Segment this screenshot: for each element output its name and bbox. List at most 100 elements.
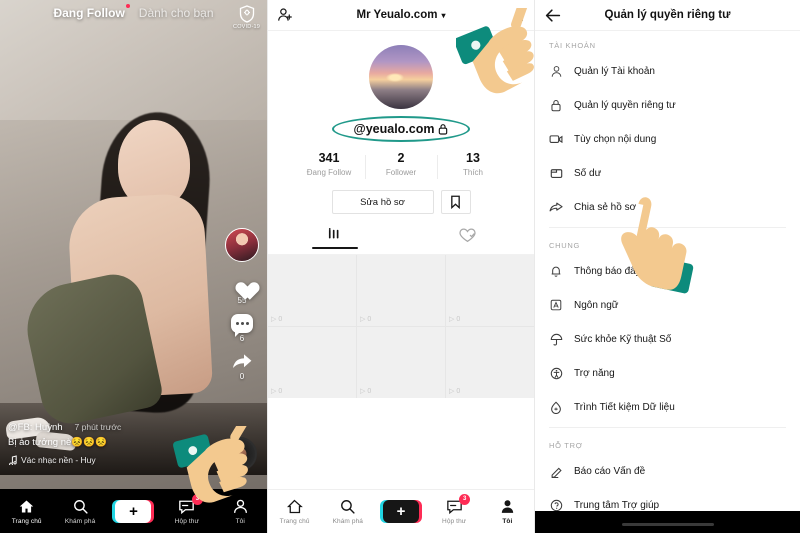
- back-arrow-icon[interactable]: [545, 8, 561, 23]
- grid-cell[interactable]: ▷ 0: [357, 255, 445, 326]
- bottom-nav-left: Trang chủ Khám phá + 3 Hộp thư Tôi: [0, 489, 267, 533]
- chevron-down-icon: ▾: [441, 10, 446, 20]
- profile-handle-wrap: @yeualo.com: [332, 116, 470, 142]
- system-home-indicator: [535, 511, 800, 533]
- setting-language[interactable]: Ngôn ngữ: [535, 288, 800, 322]
- tab-for-you[interactable]: Dành cho bạn: [139, 6, 214, 20]
- plus-icon[interactable]: +: [379, 500, 422, 523]
- data-saver-icon: [549, 400, 563, 414]
- grid-cell[interactable]: ▷ 0: [268, 255, 356, 326]
- grid-icon: [328, 228, 338, 239]
- setting-label: Trình Tiết kiệm Dữ liệu: [574, 401, 675, 413]
- grid-cell-plays: ▷ 0: [360, 387, 372, 396]
- plus-icon[interactable]: +: [112, 499, 155, 523]
- bell-icon: [549, 264, 563, 278]
- setting-label: Báo cáo Vấn đề: [574, 465, 646, 477]
- profile-avatar[interactable]: [369, 45, 433, 109]
- heart-icon: [231, 275, 253, 295]
- setting-accessibility[interactable]: Trợ năng: [535, 356, 800, 390]
- nav-home-label: Trang chủ: [279, 518, 310, 525]
- edit-profile-button[interactable]: Sửa hồ sơ: [331, 190, 434, 214]
- setting-label: Trung tâm Trợ giúp: [574, 499, 660, 511]
- lock-icon: [439, 124, 448, 135]
- grid-cell-plays: ▷ 0: [360, 315, 372, 324]
- nav-home-label: Trang chủ: [11, 517, 42, 525]
- grid-cell[interactable]: ▷ 0: [357, 327, 445, 398]
- home-icon: [19, 499, 34, 513]
- stat-followers-num: 2: [397, 151, 405, 165]
- tab-following-dot: [125, 4, 130, 8]
- nav-inbox-label: Hộp thư: [442, 518, 467, 525]
- profile-handle[interactable]: @yeualo.com: [354, 122, 449, 136]
- stat-following-label: Đang Follow: [306, 168, 352, 177]
- music-note-icon: [9, 455, 17, 465]
- grid-cell[interactable]: ▷ 0: [446, 327, 534, 398]
- grid-cell[interactable]: ▷ 0: [446, 255, 534, 326]
- nav-create[interactable]: +: [109, 499, 157, 523]
- profile-title[interactable]: Mr Yeualo.com ▾: [357, 9, 446, 21]
- setting-balance[interactable]: Số dư: [535, 156, 800, 190]
- setting-share-profile[interactable]: Chia sẻ hồ sơ: [535, 190, 800, 224]
- pencil-icon: [549, 464, 563, 478]
- nav-discover[interactable]: Khám phá: [324, 498, 372, 525]
- caption-music[interactable]: Vác nhạc nền - Huy: [8, 455, 198, 465]
- caption-time: 7 phút trước: [74, 422, 122, 432]
- covid-info-badge[interactable]: COVID-19: [233, 5, 260, 30]
- setting-label: Quản lý quyền riêng tư: [574, 99, 676, 111]
- stat-likes[interactable]: 13 Thích: [437, 151, 509, 179]
- setting-report-problem[interactable]: Báo cáo Vấn đề: [535, 454, 800, 488]
- tab-liked[interactable]: [401, 228, 534, 254]
- person-icon: [549, 64, 563, 78]
- setting-push-notifications[interactable]: Thông báo đẩy: [535, 254, 800, 288]
- setting-content-preferences[interactable]: Tùy chọn nội dung: [535, 122, 800, 156]
- setting-label: Tùy chọn nội dung: [574, 133, 657, 145]
- setting-label: Chia sẻ hồ sơ: [574, 201, 637, 213]
- nav-inbox[interactable]: 3 Hộp thư: [430, 494, 478, 525]
- lock-icon: [549, 98, 563, 112]
- screen-privacy-settings: Quản lý quyền riêng tư TÀI KHOẢN Quản lý…: [534, 0, 800, 533]
- section-divider: [549, 427, 786, 428]
- nav-inbox[interactable]: 3 Hộp thư: [163, 493, 211, 525]
- bookmark-button[interactable]: [440, 190, 471, 214]
- stat-following[interactable]: 341 Đang Follow: [293, 151, 365, 177]
- setting-manage-account[interactable]: Quản lý Tài khoản: [535, 54, 800, 88]
- section-divider: [549, 227, 786, 228]
- plus-glyph: +: [396, 503, 406, 520]
- setting-label: Sức khỏe Kỹ thuật Số: [574, 333, 672, 345]
- nav-inbox-label: Hộp thư: [174, 517, 199, 525]
- like-action[interactable]: 55: [231, 275, 253, 305]
- setting-label: Số dư: [574, 167, 602, 179]
- stat-followers[interactable]: 2 Follower: [365, 151, 437, 179]
- umbrella-icon: [549, 332, 563, 346]
- music-disc[interactable]: [223, 437, 257, 471]
- nav-profile[interactable]: Tôi: [483, 498, 531, 525]
- caption-text: Bị ảo tưởng nè😣😣😣: [8, 437, 107, 448]
- nav-create[interactable]: +: [377, 500, 425, 523]
- creator-avatar[interactable]: [225, 228, 259, 262]
- grid-cell-plays: ▷ 0: [271, 315, 283, 324]
- covid-badge-label: COVID-19: [233, 24, 260, 30]
- tab-following[interactable]: Đang Follow: [53, 4, 130, 20]
- tab-posts[interactable]: [268, 228, 401, 254]
- section-heading-support: HỖ TRỢ: [549, 441, 583, 450]
- share-icon: [233, 354, 252, 368]
- more-options-icon[interactable]: [520, 8, 523, 21]
- nav-profile-label: Tôi: [502, 518, 513, 525]
- nav-home[interactable]: Trang chủ: [3, 498, 51, 525]
- shield-icon: [239, 5, 254, 23]
- nav-home[interactable]: Trang chủ: [271, 498, 319, 525]
- share-action[interactable]: 0: [231, 352, 253, 381]
- nav-profile[interactable]: Tôi: [216, 498, 264, 525]
- setting-data-saver[interactable]: Trình Tiết kiệm Dữ liệu: [535, 390, 800, 424]
- add-friend-icon[interactable]: [277, 7, 293, 23]
- profile-icon: [501, 500, 514, 513]
- comment-action[interactable]: 6: [231, 314, 253, 343]
- music-label: Vác nhạc nền - Huy: [21, 455, 96, 465]
- setting-manage-privacy[interactable]: Quản lý quyền riêng tư: [535, 88, 800, 122]
- grid-cell[interactable]: ▷ 0: [268, 327, 356, 398]
- caption-author[interactable]: @FB: Huỳnh: [8, 422, 63, 433]
- liked-heart-icon: [459, 228, 476, 243]
- nav-discover[interactable]: Khám phá: [56, 498, 104, 525]
- profile-icon: [233, 499, 247, 513]
- setting-digital-wellbeing[interactable]: Sức khỏe Kỹ thuật Số: [535, 322, 800, 356]
